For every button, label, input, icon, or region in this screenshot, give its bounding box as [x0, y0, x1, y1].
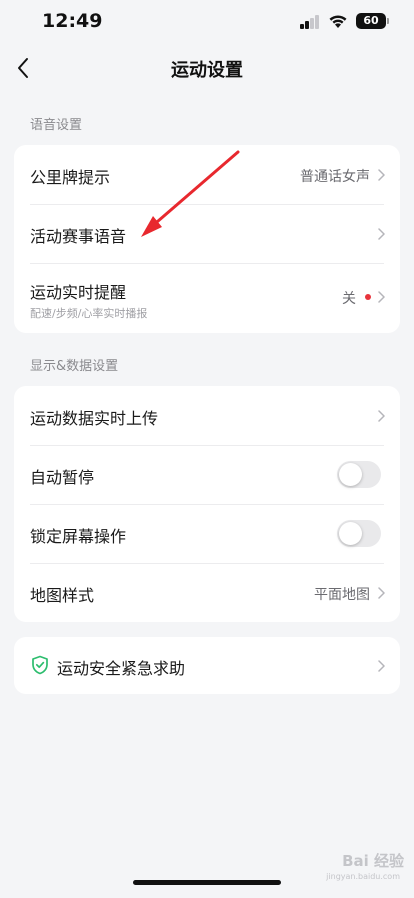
row-value: 平面地图	[314, 587, 370, 603]
auto-pause-toggle[interactable]	[337, 461, 381, 488]
status-time: 12:49	[42, 10, 103, 32]
chevron-right-icon	[378, 169, 385, 181]
row-realtime-reminder[interactable]: 运动实时提醒 配速/步频/心率实时播报 关	[14, 263, 400, 333]
row-auto-pause: 自动暂停	[14, 445, 400, 504]
chevron-right-icon	[378, 228, 385, 240]
section-header-voice: 语音设置	[30, 118, 83, 133]
toggle-knob	[339, 463, 362, 486]
row-emergency-help[interactable]: 运动安全紧急求助	[14, 637, 400, 694]
row-label: 锁定屏幕操作	[30, 527, 127, 546]
wifi-icon	[329, 15, 347, 28]
section-header-data: 显示&数据设置	[30, 359, 119, 374]
page-title: 运动设置	[171, 60, 243, 81]
row-value: 普通话女声	[300, 169, 370, 185]
status-icons: 60	[296, 12, 389, 32]
row-lock-screen: 锁定屏幕操作	[14, 504, 400, 563]
row-km-marker-prompt[interactable]: 公里牌提示 普通话女声	[14, 145, 400, 204]
row-sublabel: 配速/步频/心率实时播报	[30, 307, 148, 320]
voice-settings-card: 公里牌提示 普通话女声 活动赛事语音 运动实时提醒 配速/步频/心率实时播报 关	[14, 145, 400, 333]
status-bar: 12:49 60	[0, 0, 414, 44]
row-label: 地图样式	[30, 586, 95, 605]
toggle-knob	[339, 522, 362, 545]
chevron-right-icon	[378, 660, 385, 672]
row-event-voice[interactable]: 活动赛事语音	[14, 204, 400, 263]
battery-icon: 60	[356, 13, 389, 29]
nav-bar: 运动设置	[0, 44, 414, 92]
row-map-style[interactable]: 地图样式 平面地图	[14, 563, 400, 622]
chevron-right-icon	[378, 587, 385, 599]
row-value: 关	[342, 291, 356, 307]
row-label: 公里牌提示	[30, 168, 111, 187]
lock-screen-toggle[interactable]	[337, 520, 381, 547]
row-label: 运动安全紧急求助	[57, 659, 186, 678]
row-label: 自动暂停	[30, 468, 95, 487]
chevron-right-icon	[378, 291, 385, 303]
watermark-sub: jingyan.baidu.com	[326, 872, 400, 881]
watermark: Bai 经验	[342, 852, 404, 870]
row-realtime-upload[interactable]: 运动数据实时上传	[14, 386, 400, 445]
safety-card: 运动安全紧急求助	[14, 637, 400, 694]
data-settings-card: 运动数据实时上传 自动暂停 锁定屏幕操作 地图样式 平面地图	[14, 386, 400, 622]
row-label: 运动数据实时上传	[30, 409, 159, 428]
home-indicator[interactable]	[133, 880, 281, 885]
chevron-right-icon	[378, 410, 385, 422]
red-dot-badge	[365, 294, 371, 300]
shield-check-icon	[32, 655, 48, 675]
signal-icon	[300, 15, 320, 29]
row-label: 运动实时提醒	[30, 283, 127, 302]
row-label: 活动赛事语音	[30, 227, 127, 246]
